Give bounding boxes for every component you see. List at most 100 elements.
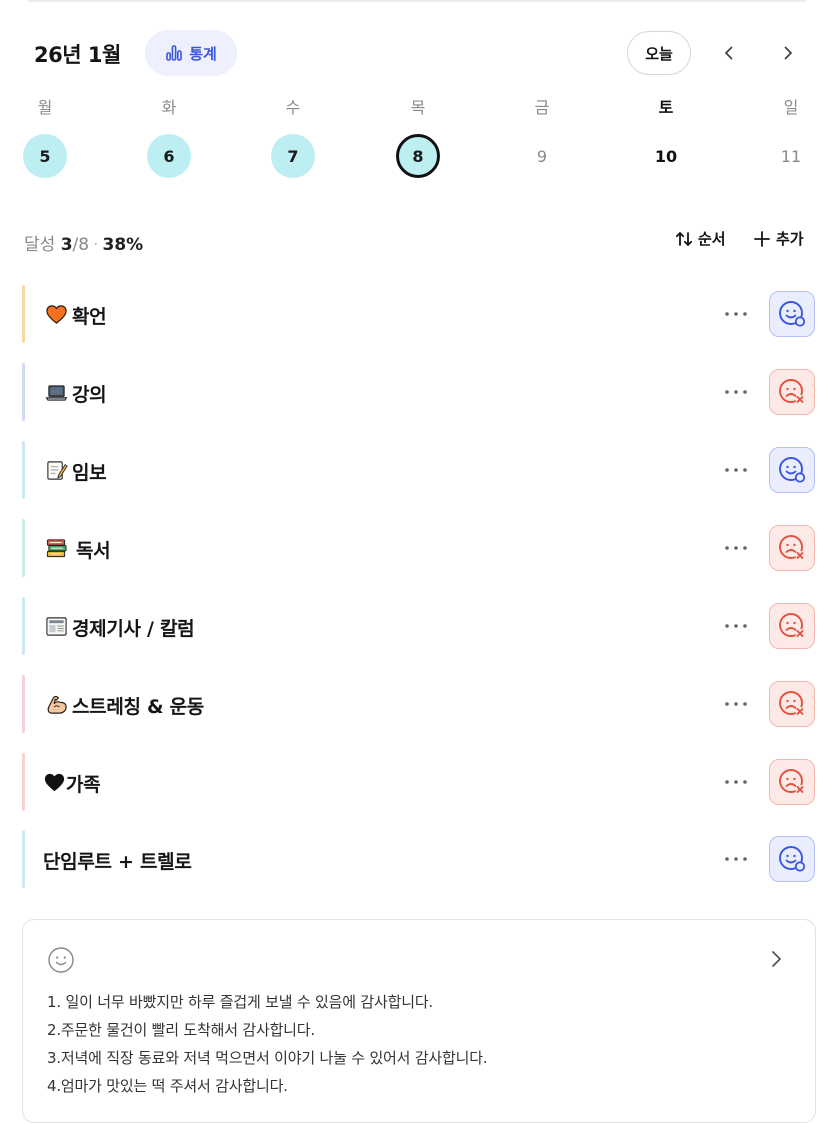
month-title: 26년 1월 (34, 43, 121, 67)
day-column[interactable]: 화 6 (139, 94, 199, 184)
habit-status-fail[interactable] (769, 759, 815, 805)
ellipsis-icon (725, 312, 747, 316)
chevron-right-icon (784, 46, 792, 60)
calendar-header: 26년 1월 통계 오늘 (0, 28, 827, 78)
day-date[interactable]: 5 (23, 134, 67, 178)
day-date[interactable]: 6 (147, 134, 191, 178)
habit-name: 스트레칭 & 운동 (72, 696, 204, 718)
habit-row[interactable]: 확언 (22, 285, 817, 343)
laptop-icon (44, 379, 68, 405)
top-divider (28, 0, 807, 2)
habit-row[interactable]: 강의 (22, 363, 817, 421)
flexed-biceps-icon (44, 691, 68, 717)
bar-chart-icon (166, 45, 182, 61)
habit-name: 확언 (72, 306, 107, 328)
next-week-button[interactable] (771, 36, 805, 70)
day-column[interactable]: 일 11 (761, 94, 821, 184)
plus-icon (754, 230, 770, 247)
weekday-label: 토 (658, 98, 674, 117)
smile-icon (48, 947, 74, 973)
habit-color-bar (22, 441, 25, 499)
habit-status-fail[interactable] (769, 525, 815, 571)
habit-row[interactable]: 임보 (22, 441, 817, 499)
habit-name: 강의 (72, 384, 107, 406)
more-options-button[interactable] (720, 689, 752, 719)
habit-color-bar (22, 675, 25, 733)
chevron-left-icon (725, 46, 733, 60)
habit-status-fail[interactable] (769, 369, 815, 415)
journal-entries: 1. 일이 너무 바빴지만 하루 즐겁게 보낼 수 있음에 감사합니다. 2.주… (47, 988, 787, 1100)
more-options-button[interactable] (720, 611, 752, 641)
week-strip: 월 5 화 6 수 7 목 8 금 9 토 10 일 11 (0, 94, 827, 184)
day-date[interactable]: 10 (644, 134, 688, 178)
more-options-button[interactable] (720, 377, 752, 407)
smile-check-icon (779, 301, 806, 327)
weekday-label: 월 (37, 98, 53, 117)
habit-status-success[interactable] (769, 291, 815, 337)
habit-row[interactable]: 경제기사 / 칼럼 (22, 597, 817, 655)
habit-row[interactable]: 스트레칭 & 운동 (22, 675, 817, 733)
weekday-label: 수 (285, 98, 301, 117)
black-heart-icon (42, 769, 66, 795)
prev-week-button[interactable] (712, 36, 746, 70)
ellipsis-icon (725, 857, 747, 861)
weekday-label: 목 (410, 98, 426, 117)
more-options-button[interactable] (720, 844, 752, 874)
habit-name: 임보 (72, 462, 107, 484)
memo-icon (44, 457, 68, 483)
gratitude-journal-card[interactable]: 1. 일이 너무 바빴지만 하루 즐겁게 보낼 수 있음에 감사합니다. 2.주… (22, 919, 816, 1123)
achievement-total: /8 (72, 235, 90, 255)
achievement-summary: 달성 3/8 · 38% 순서 추가 (0, 226, 827, 260)
habit-status-fail[interactable] (769, 681, 815, 727)
day-date-today[interactable]: 8 (396, 134, 440, 178)
heart-orange-icon (44, 301, 68, 327)
ellipsis-icon (725, 546, 747, 550)
day-column[interactable]: 토 10 (636, 94, 696, 184)
stats-button[interactable]: 통계 (145, 30, 237, 76)
smile-check-icon (779, 846, 806, 872)
more-options-button[interactable] (720, 767, 752, 797)
achievement-percent: 38% (102, 235, 144, 255)
day-column[interactable]: 월 5 (15, 94, 75, 184)
stats-label: 통계 (189, 44, 217, 63)
day-column[interactable]: 목 8 (388, 94, 448, 184)
day-column[interactable]: 수 7 (263, 94, 323, 184)
ellipsis-icon (725, 702, 747, 706)
habit-row[interactable]: 단임루트 + 트렐로 (22, 830, 817, 888)
journal-line: 4.엄마가 맛있는 떡 주셔서 감사합니다. (47, 1077, 288, 1095)
ellipsis-icon (725, 390, 747, 394)
weekday-label: 일 (783, 98, 799, 117)
day-date[interactable]: 7 (271, 134, 315, 178)
sad-x-icon (779, 379, 805, 405)
habit-status-success[interactable] (769, 836, 815, 882)
habit-color-bar (22, 363, 25, 421)
reorder-button[interactable]: 순서 (674, 228, 726, 249)
habit-status-fail[interactable] (769, 603, 815, 649)
habit-row[interactable]: 가족 (22, 753, 817, 811)
today-button[interactable]: 오늘 (627, 31, 691, 75)
add-label: 추가 (776, 230, 804, 248)
books-icon (44, 535, 68, 561)
sad-x-icon (779, 691, 805, 717)
more-options-button[interactable] (720, 299, 752, 329)
day-date[interactable]: 11 (769, 134, 813, 178)
habit-name: 가족 (66, 774, 101, 796)
sad-x-icon (779, 613, 805, 639)
day-column[interactable]: 금 9 (512, 94, 572, 184)
more-options-button[interactable] (720, 455, 752, 485)
achievement-done: 3 (60, 235, 73, 255)
more-options-button[interactable] (720, 533, 752, 563)
habit-row[interactable]: 독서 (22, 519, 817, 577)
habit-color-bar (22, 285, 25, 343)
separator-dot: · (93, 235, 99, 255)
habit-color-bar (22, 830, 25, 888)
journal-line: 3.저녁에 직장 동료와 저녁 먹으면서 이야기 나눌 수 있어서 감사합니다. (47, 1049, 488, 1067)
smile-check-icon (779, 457, 806, 483)
habit-name: 경제기사 / 칼럼 (72, 618, 195, 640)
ellipsis-icon (725, 624, 747, 628)
day-date[interactable]: 9 (520, 134, 564, 178)
chevron-right-icon[interactable] (765, 948, 787, 970)
add-habit-button[interactable]: 추가 (752, 228, 804, 249)
journal-line: 1. 일이 너무 바빴지만 하루 즐겁게 보낼 수 있음에 감사합니다. (47, 993, 433, 1011)
habit-status-success[interactable] (769, 447, 815, 493)
